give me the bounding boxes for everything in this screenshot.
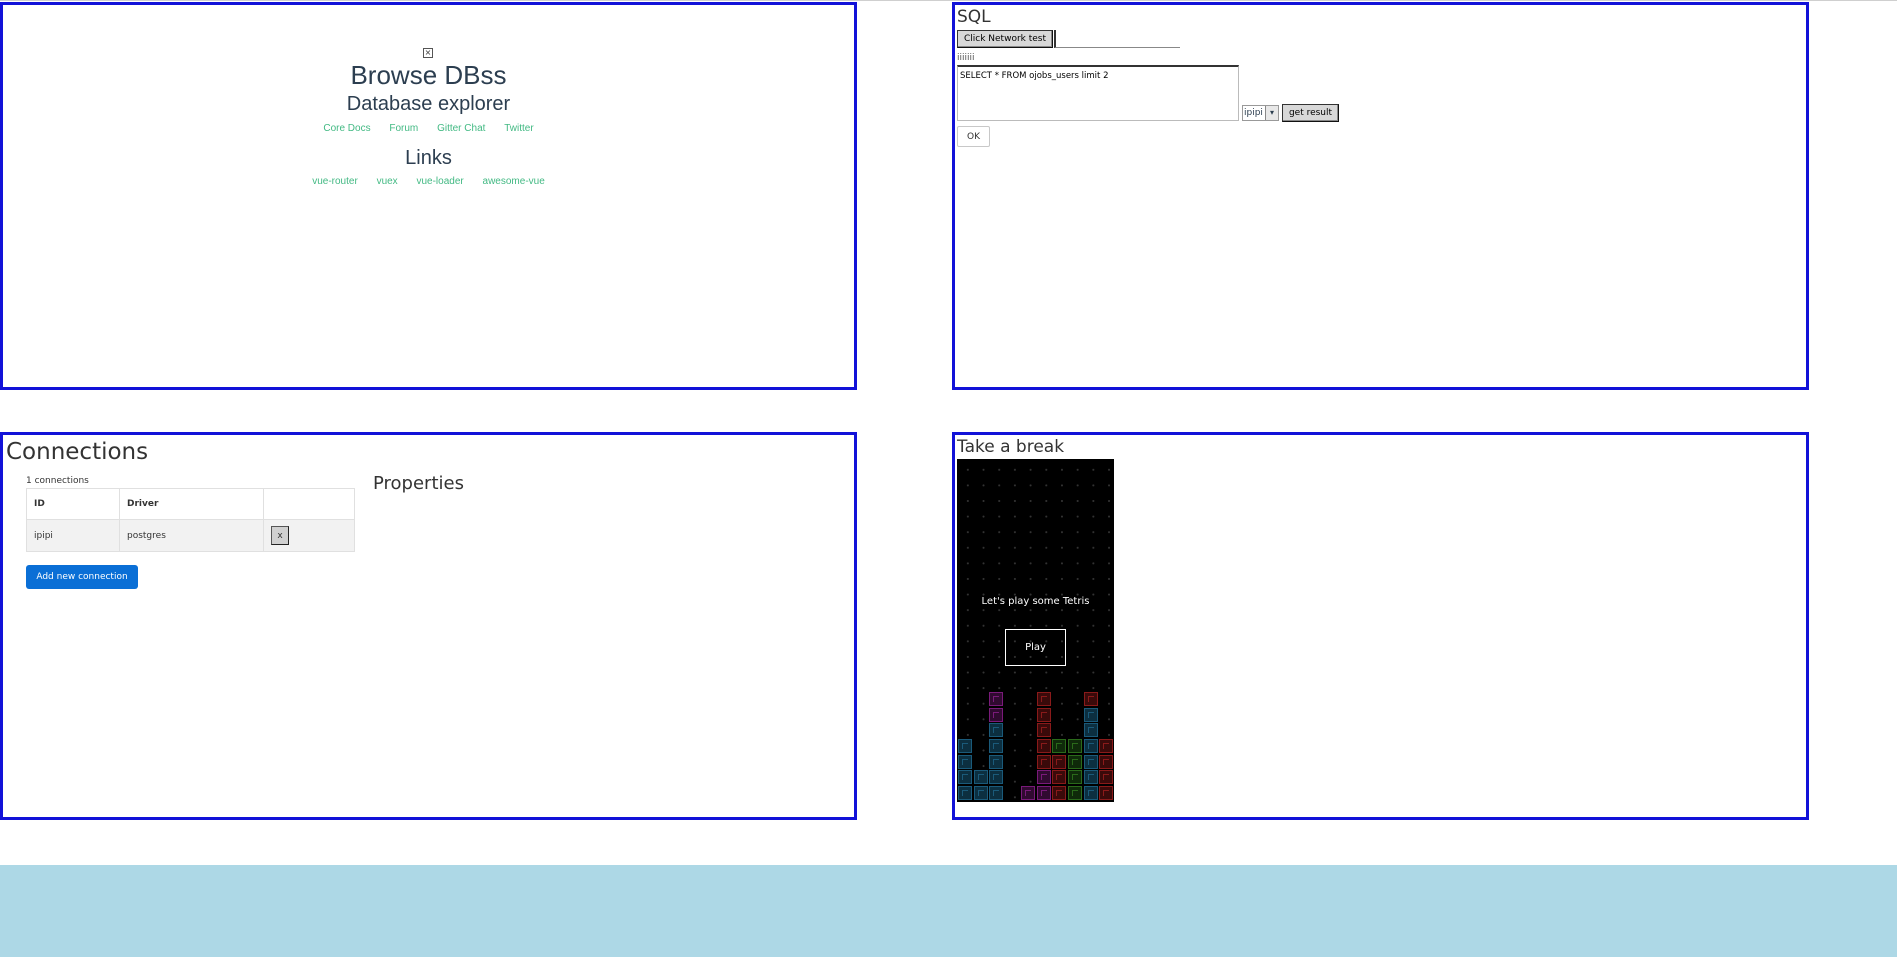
- tetris-block: [1067, 738, 1082, 753]
- tetris-block: [973, 770, 988, 785]
- network-test-input[interactable]: [1054, 30, 1180, 48]
- essential-links: Core Docs Forum Gitter Chat Twitter: [3, 123, 854, 134]
- ecosystem-links: vue-router vuex vue-loader awesome-vue: [3, 176, 854, 187]
- tetris-block: [1052, 754, 1067, 769]
- tetris-block: [1052, 770, 1067, 785]
- add-connection-button[interactable]: Add new connection: [26, 565, 138, 589]
- tetris-block: [1083, 786, 1098, 800]
- column-header-id: ID: [26, 488, 120, 520]
- column-header-actions: [263, 488, 355, 520]
- broken-image-icon: ×: [423, 48, 433, 58]
- cell-id: ipipi: [26, 519, 120, 552]
- tetris-block: [1036, 691, 1051, 706]
- connection-select-value: ipipi: [1244, 108, 1263, 118]
- get-result-button[interactable]: get result: [1282, 104, 1339, 122]
- page-title: Browse DBss: [350, 60, 507, 90]
- table-header-row: ID Driver: [26, 488, 355, 520]
- tetris-block: [1099, 754, 1114, 769]
- break-panel: Take a break Let's play some Tetris Play: [952, 432, 1809, 820]
- link-awesome-vue[interactable]: awesome-vue: [483, 176, 545, 187]
- tetris-block: [1083, 723, 1098, 738]
- tetris-block: [958, 738, 972, 753]
- play-button[interactable]: Play: [1005, 629, 1066, 666]
- tetris-block: [1099, 738, 1114, 753]
- network-test-button[interactable]: Click Network test: [957, 30, 1053, 48]
- page-subtitle: Database explorer: [346, 93, 511, 115]
- tetris-block: [973, 786, 988, 800]
- tetris-block: [1036, 723, 1051, 738]
- tetris-block: [989, 786, 1004, 800]
- top-divider: [0, 0, 1897, 1]
- link-vuex[interactable]: vuex: [377, 176, 398, 187]
- connection-select[interactable]: ipipi ▾: [1242, 105, 1279, 121]
- link-core-docs[interactable]: Core Docs: [323, 123, 370, 134]
- connections-panel: Connections 1 connections ID Driver ipip…: [0, 432, 857, 820]
- tetris-block: [1083, 691, 1098, 706]
- column-header-driver: Driver: [119, 488, 264, 520]
- tetris-block: [1036, 786, 1051, 800]
- ok-button[interactable]: OK: [957, 126, 990, 147]
- tetris-block: [989, 707, 1004, 722]
- tetris-block: [1083, 707, 1098, 722]
- tetris-block: [1067, 786, 1082, 800]
- delete-connection-button[interactable]: x: [271, 526, 289, 545]
- connections-table: ID Driver ipipi postgres x: [26, 488, 355, 552]
- tetris-board[interactable]: Let's play some Tetris Play: [957, 459, 1114, 802]
- sql-panel: SQL Click Network test iiiiiii SELECT * …: [952, 2, 1809, 390]
- home-panel: × Browse DBss Database explorer Core Doc…: [0, 2, 857, 390]
- tetris-block: [989, 723, 1004, 738]
- cell-driver: postgres: [119, 519, 264, 552]
- tetris-block: [1099, 786, 1114, 800]
- link-vue-router[interactable]: vue-router: [312, 176, 358, 187]
- tetris-block: [1052, 738, 1067, 753]
- sql-query-textarea[interactable]: SELECT * FROM ojobs_users limit 2: [957, 65, 1239, 121]
- tetris-block: [1067, 770, 1082, 785]
- table-row[interactable]: ipipi postgres x: [26, 519, 355, 552]
- tetris-block: [989, 691, 1004, 706]
- tetris-block: [1083, 770, 1098, 785]
- tetris-block: [1067, 754, 1082, 769]
- cell-actions: x: [263, 519, 355, 552]
- tetris-block: [1036, 738, 1051, 753]
- tetris-block: [1036, 707, 1051, 722]
- tetris-block: [1083, 754, 1098, 769]
- sql-label: iiiiiii: [957, 53, 975, 63]
- tetris-block: [989, 738, 1004, 753]
- link-forum[interactable]: Forum: [389, 123, 418, 134]
- tetris-block: [1036, 770, 1051, 785]
- footer-bar: [0, 865, 1897, 957]
- connections-count: 1 connections: [26, 476, 89, 486]
- link-twitter[interactable]: Twitter: [504, 123, 533, 134]
- tetris-block: [1036, 754, 1051, 769]
- tetris-block: [1083, 738, 1098, 753]
- tetris-block: [958, 754, 972, 769]
- tetris-block: [989, 770, 1004, 785]
- tetris-block: [989, 754, 1004, 769]
- tetris-block: [1052, 786, 1067, 800]
- tetris-message: Let's play some Tetris: [981, 596, 1090, 607]
- properties-title: Properties: [373, 473, 464, 494]
- sql-title: SQL: [957, 7, 991, 27]
- tetris-block: [958, 786, 972, 800]
- tetris-block: [1099, 770, 1114, 785]
- connections-title: Connections: [6, 439, 149, 465]
- link-gitter-chat[interactable]: Gitter Chat: [437, 123, 485, 134]
- links-heading: Links: [405, 147, 452, 169]
- chevron-down-icon[interactable]: ▾: [1265, 106, 1278, 120]
- tetris-block: [1020, 786, 1035, 800]
- break-title: Take a break: [957, 437, 1065, 457]
- tetris-block: [958, 770, 972, 785]
- link-vue-loader[interactable]: vue-loader: [416, 176, 463, 187]
